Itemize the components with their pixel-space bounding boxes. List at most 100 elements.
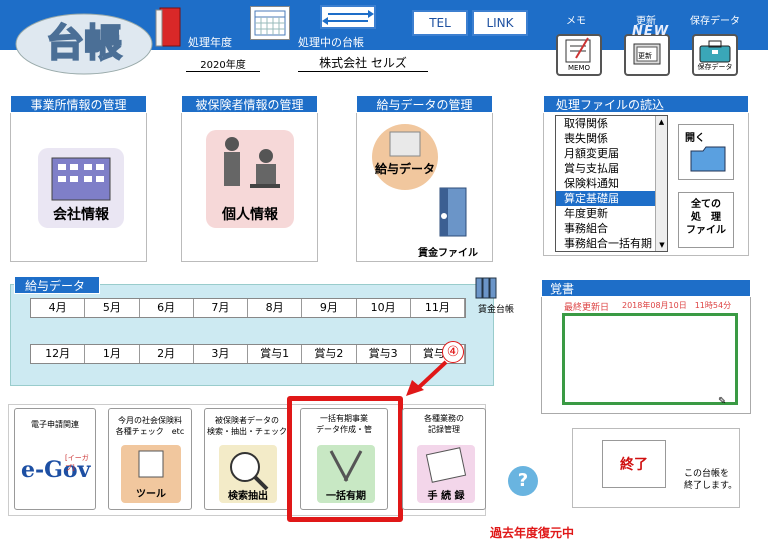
wage-ledger-label: 賃金台帳 [478,305,515,315]
files-panel-title: 処理ファイルの読込 [543,95,749,113]
file-list-scrollbar[interactable]: ▲ ▼ [655,116,667,251]
open-file-label: 開く [685,133,705,144]
notes-textarea[interactable] [562,313,738,405]
save-data-button[interactable]: 保存データ [692,34,738,76]
update-icon-text: 更新 [638,52,652,60]
logo-text: 台帳 [46,20,122,65]
tools-caption-1: 今月の社会保険料 [118,416,182,425]
personal-info-label: 個人情報 [222,207,278,223]
file-list-item[interactable]: 年度更新 [556,206,667,221]
tools-label: ツール [136,489,166,500]
month-cell[interactable]: 6月 [140,299,194,317]
salary-data-label: 給与データ [374,162,435,176]
file-list-item[interactable]: 保険料通知 [556,176,667,191]
e-gov-caption: 電子申請関連 [31,420,79,429]
month-cell[interactable]: 12月 [31,345,86,363]
bulk-caption-1: 一括有期事業 [320,414,368,423]
file-list-item[interactable]: 事務組合一括有期 [556,236,667,251]
memo-icon-text: MEMO [567,64,590,72]
new-badge: NEW [632,24,670,39]
month-row-2: 12月 1月 2月 3月 賞与1 賞与2 賞与3 賞与4 [30,344,466,364]
file-list-item[interactable]: 月額変更届 [556,146,667,161]
month-cell[interactable]: 賞与2 [302,345,357,363]
month-cell[interactable]: 8月 [248,299,303,317]
month-cell[interactable]: 2月 [140,345,194,363]
all-files-label-3: ファイル [686,225,726,236]
file-list[interactable]: 取得関係 喪失関係 月額変更届 賞与支払届 保険料通知 算定基礎届 年度更新 事務組合 事務組合… [555,115,668,252]
last-updated-value: 2018年08月10日 11時54分 [622,301,732,310]
records-caption-2: 記録管理 [428,425,460,434]
month-row-1: 4月 5月 6月 7月 8月 9月 10月 11月 [30,298,466,318]
all-files-button[interactable]: 全ての 処 理 ファイル [678,192,734,248]
bulk-period-button[interactable]: 一括有期事業 データ作成・管 一括有期 [300,408,388,510]
money-icon [372,124,438,190]
ledger-binders-icon [475,277,497,299]
tools-button[interactable]: 今月の社会保険料 各種チェック etc ツール [108,408,192,510]
save-label: 保存データ [690,16,740,27]
binder-icon [439,187,467,237]
exit-button[interactable]: 終了 [602,440,666,488]
search-caption-1: 被保険者データの [215,416,279,425]
scroll-down-icon[interactable]: ▼ [656,239,668,251]
ledger-file-label: 賃金ファイル [418,248,478,259]
open-file-button[interactable]: 開く [678,124,734,180]
eraser-icon[interactable]: ✎ [718,396,726,407]
book-icon [154,6,184,48]
folder-icon [690,146,726,172]
company-info-button[interactable]: 会社情報 [38,148,124,228]
exit-note-2: 終了します。 [684,481,738,491]
month-cell[interactable]: 賞与3 [357,345,411,363]
link-button[interactable]: LINK [472,10,528,36]
last-updated-label: 最終更新日 [564,303,610,313]
file-list-item[interactable]: 算定基礎届 [556,191,667,206]
scroll-up-icon[interactable]: ▲ [656,116,667,128]
month-cell[interactable]: 3月 [194,345,248,363]
month-cell[interactable]: 9月 [302,299,357,317]
e-gov-button[interactable]: 電子申請関連 e-Gov [イーガブ] [14,408,96,510]
exit-note: この台帳を 終了します。 [684,468,737,492]
company-info-label: 会社情報 [53,207,109,223]
month-cell[interactable]: 7月 [194,299,248,317]
month-cell[interactable]: 10月 [357,299,411,317]
memo-icon [565,37,591,63]
notes-panel-title: 覚書 [541,279,751,297]
month-cell[interactable]: 1月 [85,345,140,363]
salary-data-button[interactable]: 給与データ [370,122,440,192]
month-cell[interactable]: 11月 [411,299,465,317]
personal-info-button[interactable]: 個人情報 [206,130,294,228]
memo-label: メモ [566,16,586,27]
all-files-label-2: 処 理 [691,212,721,223]
insured-panel-title: 被保険者情報の管理 [181,95,318,113]
year-value: 2020年度 [186,56,260,72]
records-button[interactable]: 各種業務の 記録管理 手 続 録 [402,408,486,510]
tools-caption-2: 各種チェック etc [115,427,185,436]
salary-strip-title: 給与データ [14,276,100,294]
calendar-icon[interactable] [250,6,290,40]
month-cell[interactable]: 4月 [31,299,86,317]
wage-ledger-button[interactable] [474,276,500,300]
search-extract-button[interactable]: 被保険者データの 検索・抽出・チェック 検索抽出 [204,408,290,510]
file-list-item[interactable]: 取得関係 [556,116,667,131]
search-label: 検索抽出 [228,491,268,502]
help-button[interactable]: ? [508,466,538,496]
tel-button[interactable]: TEL [412,10,468,36]
e-gov-sub: [イーガブ] [65,454,89,472]
memo-button[interactable]: MEMO [556,34,602,76]
processing-label: 処理中の台帳 [298,36,364,49]
switch-ledger-icon[interactable] [320,5,376,29]
save-icon-text: 保存データ [697,63,733,71]
file-list-item[interactable]: 喪失関係 [556,131,667,146]
exit-note-1: この台帳を [684,469,730,479]
app-logo: 台帳 [14,8,154,76]
records-label: 手 続 録 [427,491,465,502]
all-files-label-1: 全ての [691,199,721,210]
search-caption-2: 検索・抽出・チェック [207,427,287,436]
month-cell[interactable]: 5月 [85,299,140,317]
office-panel-title: 事業所情報の管理 [10,95,147,113]
status-text: 過去年度復元中 [490,526,575,540]
file-list-item[interactable]: 賞与支払届 [556,161,667,176]
month-cell[interactable]: 賞与1 [248,345,303,363]
ledger-file-button[interactable] [436,186,470,238]
file-list-item[interactable]: 事務組合 [556,221,667,236]
update-button[interactable]: NEW 更新 [624,24,670,76]
